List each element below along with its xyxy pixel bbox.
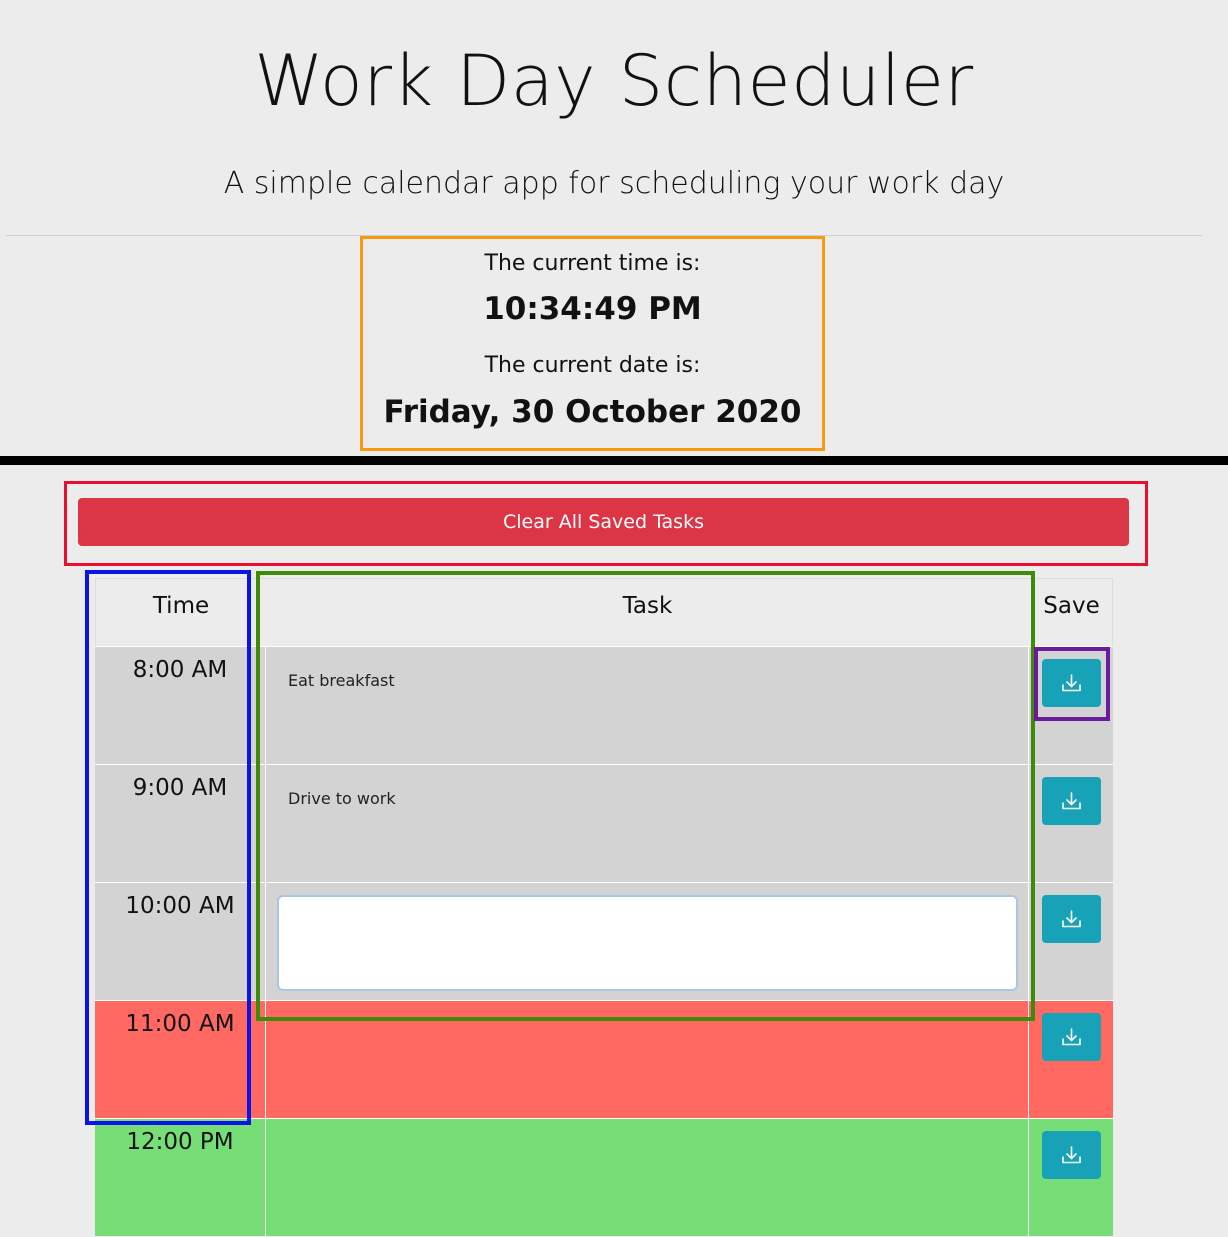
time-cell: 12:00 PM [95,1118,265,1236]
save-cell [1028,1118,1113,1236]
download-icon [1062,910,1081,928]
save-button[interactable] [1042,659,1101,707]
page-subtitle: A simple calendar app for scheduling you… [223,166,1005,201]
clock-panel: The current time is: 10:34:49 PM The cur… [360,236,825,451]
current-date-label: The current date is: [484,353,701,378]
hour-row: 10:00 AM [95,882,1113,1000]
current-time-value: 10:34:49 PM [483,291,702,327]
time-cell: 11:00 AM [95,1000,265,1118]
time-cell: 9:00 AM [95,764,265,882]
download-icon [1062,1146,1081,1164]
task-input[interactable] [277,895,1018,991]
schedule-table: Time Task Save 8:00 AM Eat breakfast 9:0… [95,578,1113,1236]
task-text[interactable]: Eat breakfast [288,671,395,690]
hour-label: 8:00 AM [132,657,228,683]
time-cell: 10:00 AM [95,882,265,1000]
save-cell [1028,646,1113,764]
save-cell [1028,882,1113,1000]
task-text[interactable]: Drive to work [288,789,396,808]
download-icon [1062,674,1081,692]
task-cell [265,882,1028,1000]
page-title: Work Day Scheduler [254,40,974,122]
save-cell [1028,764,1113,882]
hour-label: 10:00 AM [125,893,235,919]
hour-row: 9:00 AM Drive to work [95,764,1113,882]
hour-row: 8:00 AM Eat breakfast [95,646,1113,764]
time-column-header: Time [152,593,210,619]
table-header: Time Task Save [95,578,1113,646]
task-cell[interactable] [265,1118,1028,1236]
current-time-label: The current time is: [484,251,701,276]
task-column-header: Task [622,593,673,619]
task-cell[interactable]: Eat breakfast [265,646,1028,764]
time-cell: 8:00 AM [95,646,265,764]
save-button[interactable] [1042,1131,1101,1179]
hour-label: 12:00 PM [126,1129,234,1155]
hour-label: 11:00 AM [125,1011,235,1037]
save-button[interactable] [1042,777,1101,825]
download-icon [1062,1028,1081,1046]
save-column-header: Save [1043,593,1100,619]
scheduler-page: Work Day Scheduler A simple calendar app… [0,0,1228,1237]
clear-all-tasks-button[interactable]: Clear All Saved Tasks [78,498,1129,546]
current-date-value: Friday, 30 October 2020 [383,394,802,430]
task-cell[interactable]: Drive to work [265,764,1028,882]
hour-row: 11:00 AM [95,1000,1113,1118]
hour-row: 12:00 PM [95,1118,1113,1236]
save-button[interactable] [1042,1013,1101,1061]
save-cell [1028,1000,1113,1118]
download-icon [1062,792,1081,810]
section-divider [0,456,1228,465]
save-button[interactable] [1042,895,1101,943]
hour-label: 9:00 AM [132,775,228,801]
task-cell[interactable] [265,1000,1028,1118]
